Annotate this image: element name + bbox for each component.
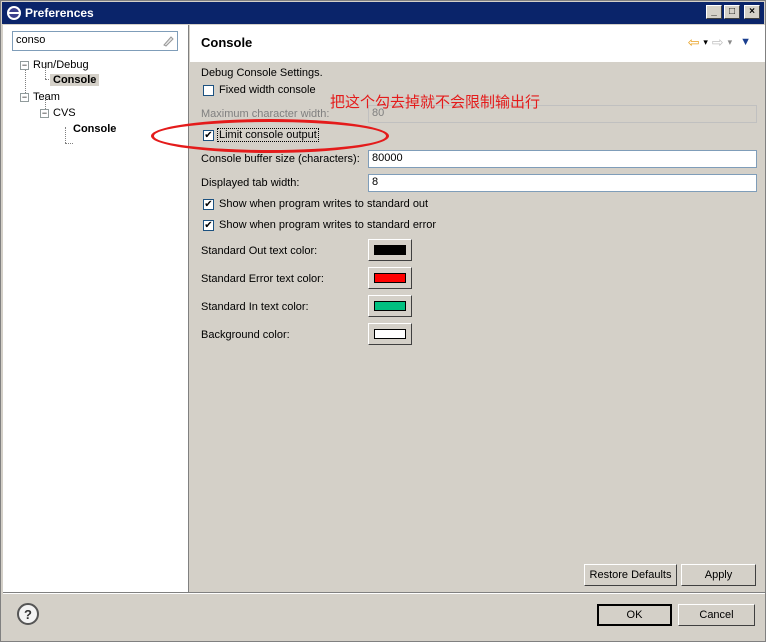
ok-button[interactable]: OK: [597, 604, 672, 626]
apply-button[interactable]: Apply: [681, 564, 756, 586]
tab-width-field[interactable]: 8: [368, 174, 757, 192]
tree-item-run-debug-console[interactable]: Console: [50, 72, 100, 88]
tree-label-cvs-console: Console: [73, 123, 117, 135]
preference-tree-pane: conso − Run/Debug Console − Team − CVS C…: [3, 25, 189, 592]
red-annotation-circle: [151, 119, 389, 153]
preferences-window: Preferences _ □ × conso − Run/Debug Cons…: [0, 0, 766, 642]
eclipse-icon: [7, 6, 21, 20]
in-color-button[interactable]: [368, 295, 412, 317]
out-color-label: Standard Out text color:: [201, 245, 318, 257]
show-out-checkbox[interactable]: ✔: [203, 199, 214, 210]
tree-label-run-debug: Run/Debug: [33, 59, 89, 71]
bg-color-button[interactable]: [368, 323, 412, 345]
tree-label-console-selected: Console: [50, 74, 100, 86]
tree-item-cvs-console[interactable]: Console: [73, 121, 116, 137]
err-color-swatch: [374, 273, 406, 283]
forward-dropdown-icon[interactable]: ▾: [728, 37, 733, 48]
title-bar[interactable]: Preferences _ □ ×: [2, 2, 764, 24]
collapse-icon[interactable]: −: [20, 60, 29, 70]
restore-defaults-button[interactable]: Restore Defaults: [584, 564, 677, 586]
separator: [3, 592, 765, 594]
buffer-size-label: Console buffer size (characters):: [201, 153, 360, 165]
tab-width-label: Displayed tab width:: [201, 177, 300, 189]
tree-item-cvs[interactable]: − CVS: [40, 105, 76, 121]
help-icon[interactable]: ?: [17, 603, 39, 625]
buffer-size-field[interactable]: 80000: [368, 150, 757, 168]
err-color-button[interactable]: [368, 267, 412, 289]
maximize-button[interactable]: □: [724, 5, 740, 19]
close-button[interactable]: ×: [744, 5, 760, 19]
out-color-button[interactable]: [368, 239, 412, 261]
tree-label-team: Team: [33, 91, 60, 103]
view-menu-icon[interactable]: ▼: [740, 36, 751, 48]
tree-label-cvs: CVS: [53, 107, 76, 119]
minimize-button[interactable]: _: [706, 5, 722, 19]
collapse-icon[interactable]: −: [20, 92, 29, 102]
filter-input[interactable]: conso: [12, 31, 178, 51]
page-title: Console: [201, 35, 253, 50]
page-header: Console ⇦ ▾ ⇨ ▾ ▼: [190, 25, 765, 63]
show-err-label: Show when program writes to standard err…: [219, 219, 437, 231]
back-arrow-icon[interactable]: ⇦: [688, 35, 700, 49]
tree-item-run-debug[interactable]: − Run/Debug: [20, 57, 89, 73]
back-dropdown-icon[interactable]: ▾: [703, 37, 708, 48]
fixed-width-label: Fixed width console: [219, 84, 316, 96]
err-color-label: Standard Error text color:: [201, 273, 324, 285]
fixed-width-checkbox[interactable]: [203, 85, 214, 96]
forward-arrow-icon[interactable]: ⇨: [712, 35, 724, 49]
show-err-checkbox[interactable]: ✔: [203, 220, 214, 231]
out-color-swatch: [374, 245, 406, 255]
clear-filter-icon[interactable]: [161, 34, 175, 48]
collapse-icon[interactable]: −: [40, 108, 49, 118]
bg-color-label: Background color:: [201, 329, 290, 341]
bg-color-swatch: [374, 329, 406, 339]
settings-heading: Debug Console Settings.: [201, 67, 323, 79]
in-color-label: Standard In text color:: [201, 301, 309, 313]
tree-item-team[interactable]: − Team: [20, 89, 60, 105]
filter-value: conso: [16, 34, 46, 46]
annotation-text: 把这个勾去掉就不会限制输出行: [330, 93, 541, 111]
window-title: Preferences: [25, 6, 94, 20]
in-color-swatch: [374, 301, 406, 311]
cancel-button[interactable]: Cancel: [678, 604, 755, 626]
show-out-label: Show when program writes to standard out: [219, 198, 429, 210]
